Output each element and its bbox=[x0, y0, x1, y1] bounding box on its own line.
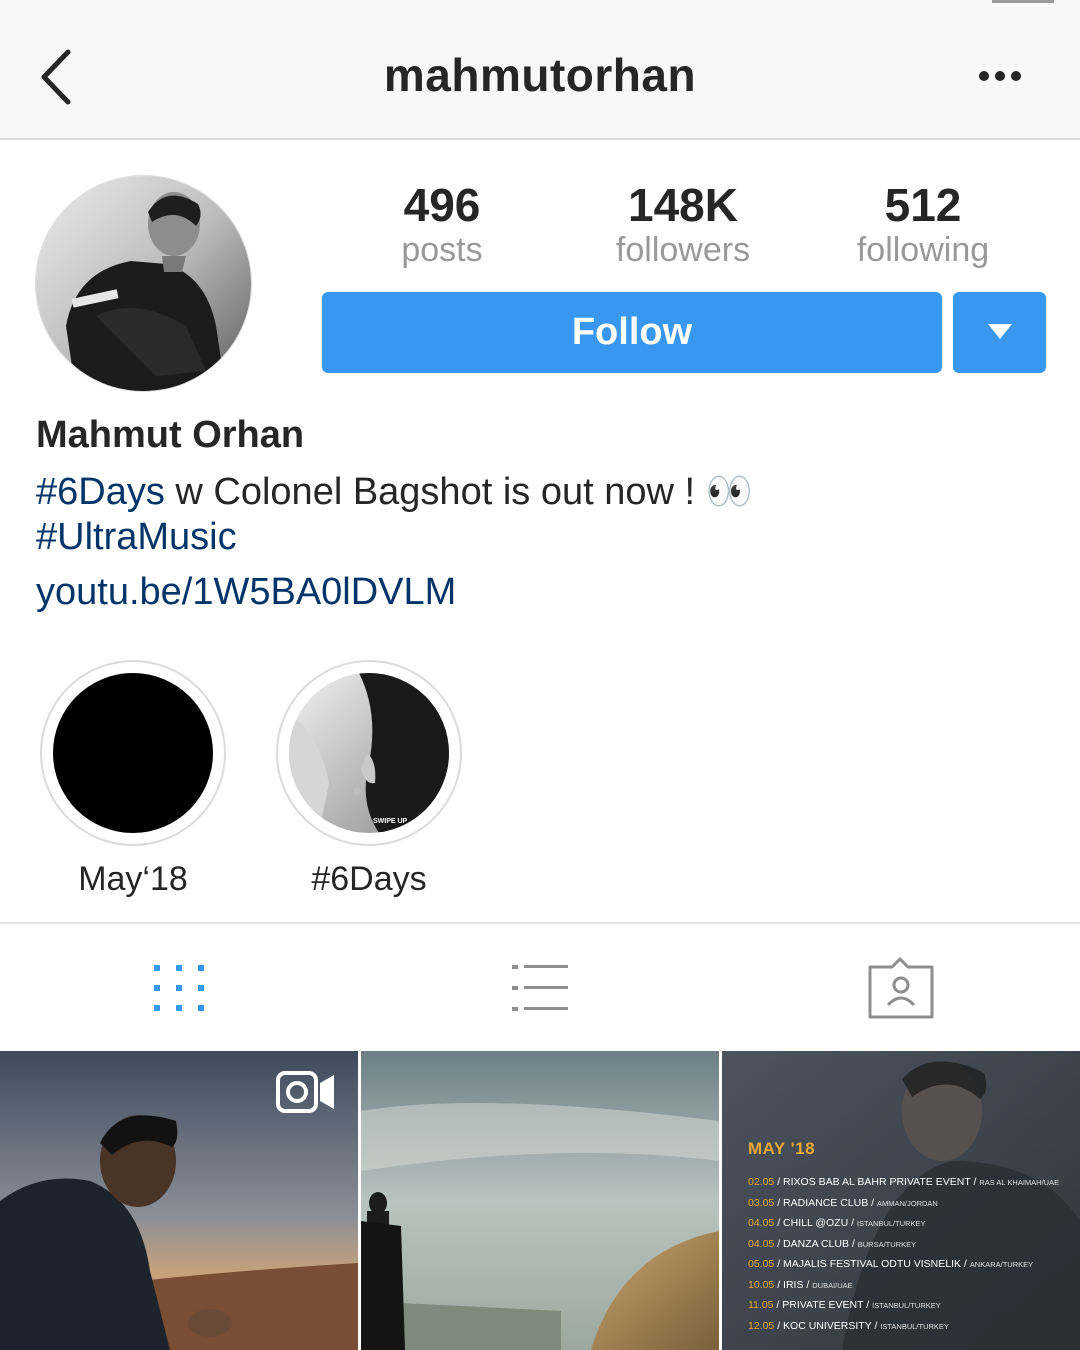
profile-page: mahmutorhan 496 posts 148K followers 512… bbox=[0, 0, 1080, 1350]
tour-event: 04.05 / CHILL @OZU / ISTANBUL/TURKEY bbox=[748, 1217, 926, 1229]
highlight-ring bbox=[40, 660, 226, 846]
bio-text: w Colonel Bagshot is out now ! bbox=[164, 471, 706, 513]
grid-post-2[interactable] bbox=[361, 1051, 719, 1350]
bio-line-1: #6Days w Colonel Bagshot is out now ! 👀 bbox=[36, 470, 753, 514]
grid-post-3[interactable]: MAY '18 02.05 / RIXOS BAB AL BAHR PRIVAT… bbox=[722, 1051, 1080, 1350]
caret-down-icon bbox=[988, 324, 1012, 339]
tab-list[interactable] bbox=[496, 955, 586, 1025]
grid-icon bbox=[154, 965, 204, 1011]
followers-count: 148K bbox=[628, 179, 738, 231]
tagged-icon bbox=[868, 957, 934, 1019]
avatar-image bbox=[36, 176, 251, 391]
highlight-label: #6Days bbox=[311, 860, 427, 898]
post-image bbox=[361, 1051, 719, 1350]
following-label: following bbox=[856, 231, 990, 269]
highlight-cover bbox=[53, 673, 213, 833]
tour-event: 10.05 / IRIS / DUBAI/UAE bbox=[748, 1279, 853, 1291]
highlight-label: May‘18 bbox=[78, 860, 188, 898]
suggestions-dropdown-button[interactable] bbox=[953, 292, 1046, 373]
follow-button[interactable]: Follow bbox=[322, 292, 942, 373]
posts-stat[interactable]: 496 posts bbox=[322, 178, 562, 268]
more-horizontal-icon bbox=[979, 71, 1021, 81]
hashtag-ultramusic-link[interactable]: #UltraMusic bbox=[36, 516, 237, 558]
bio-website-link[interactable]: youtu.be/1W5BA0lDVLM bbox=[36, 571, 456, 614]
tour-title: MAY '18 bbox=[748, 1139, 816, 1158]
bio-line-2: #UltraMusic bbox=[36, 516, 237, 559]
username-title: mahmutorhan bbox=[383, 49, 697, 101]
highlight-6days[interactable]: SWIPE UP #6Days bbox=[276, 660, 462, 899]
tour-event: 12.05 / KOC UNIVERSITY / ISTANBUL/TURKEY bbox=[748, 1320, 949, 1332]
video-indicator bbox=[276, 1071, 336, 1118]
highlight-ring: SWIPE UP bbox=[276, 660, 462, 846]
profile-avatar[interactable] bbox=[35, 175, 252, 392]
grid-post-1[interactable] bbox=[0, 1051, 358, 1350]
top-nav-bar: mahmutorhan bbox=[0, 0, 1080, 140]
more-options-button[interactable] bbox=[970, 58, 1030, 94]
posts-label: posts bbox=[401, 231, 483, 269]
following-count: 512 bbox=[884, 179, 962, 231]
tour-event: 02.05 / RIXOS BAB AL BAHR PRIVATE EVENT … bbox=[748, 1176, 1060, 1188]
section-divider bbox=[0, 922, 1080, 924]
followers-stat[interactable]: 148K followers bbox=[563, 178, 803, 268]
tour-event: 03.05 / RADIANCE CLUB / AMMAN/JORDAN bbox=[748, 1197, 938, 1209]
tour-event: 11.05 / PRIVATE EVENT / ISTANBUL/TURKEY bbox=[748, 1299, 941, 1311]
following-stat[interactable]: 512 following bbox=[803, 178, 1043, 268]
followers-label: followers bbox=[615, 231, 751, 269]
highlight-may18[interactable]: May‘18 bbox=[40, 660, 226, 899]
list-icon bbox=[512, 965, 568, 1011]
posts-count: 496 bbox=[403, 179, 481, 231]
tour-event: 04.05 / DANZA CLUB / BURSA/TURKEY bbox=[748, 1238, 917, 1250]
swipe-up-text: SWIPE UP bbox=[373, 818, 408, 825]
highlight-image: SWIPE UP bbox=[289, 673, 449, 833]
tab-grid[interactable] bbox=[134, 955, 224, 1025]
highlight-cover: SWIPE UP bbox=[289, 673, 449, 833]
display-name: Mahmut Orhan bbox=[36, 414, 305, 456]
video-camera-icon bbox=[276, 1071, 334, 1113]
hashtag-6days-link[interactable]: #6Days bbox=[36, 471, 165, 513]
tour-event: 05.05 / MAJALIS FESTIVAL ODTU VISNELIK /… bbox=[748, 1258, 1034, 1270]
tab-tagged[interactable] bbox=[856, 955, 946, 1025]
status-sliver bbox=[992, 0, 1054, 3]
eyes-emoji: 👀 bbox=[705, 471, 753, 513]
